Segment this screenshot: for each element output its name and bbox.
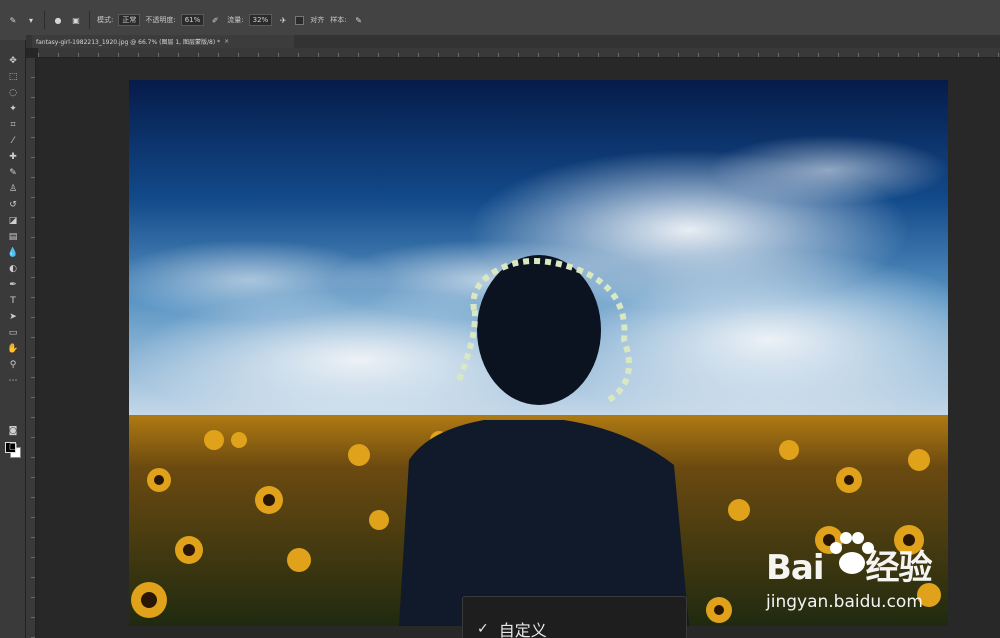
brush-panel-icon[interactable]: ▣ [69,13,83,27]
align-label: 对齐 [310,16,325,24]
screen-mode-icon[interactable]: ▢ [5,440,21,454]
watermark-brand-tail: 经验 [865,548,933,588]
zoom-tool-icon[interactable]: ⚲ [5,358,21,372]
clone-stamp-tool-icon[interactable]: ♙ [5,182,21,196]
brush-size-icon[interactable]: ● [51,13,65,27]
eyedropper-tool-icon[interactable]: ⁄ [5,134,21,148]
gradient-tool-icon[interactable]: ▤ [5,230,21,244]
baidu-jingyan-watermark: Bai 经验 jingyan.baidu.com [766,530,956,620]
separator [44,11,45,29]
pressure-size-icon[interactable]: ✎ [352,13,366,27]
more-tools-icon[interactable]: ⋯ [5,374,21,388]
dropdown-menu: ✓ 自定义 [462,596,687,638]
path-select-tool-icon[interactable]: ➤ [5,310,21,324]
brush-tool-icon[interactable]: ✎ [5,166,21,180]
document-tab-bar: fantasy-girl-1982213_1920.jpg @ 66.7% (图… [26,35,1000,48]
close-icon[interactable]: × [224,38,229,45]
separator [89,11,90,29]
watermark-brand: Bai 经验 [766,540,933,589]
watermark-url: jingyan.baidu.com [766,592,923,612]
options-bar: ✎ ▾ ● ▣ 模式: 正常 不透明度: 61% ✐ 流量: 32% ✈ 对齐 … [0,0,1000,40]
type-tool-icon[interactable]: T [5,294,21,308]
hand-tool-icon[interactable]: ✋ [5,342,21,356]
pen-tool-icon[interactable]: ✒ [5,278,21,292]
lasso-tool-icon[interactable]: ◌ [5,86,21,100]
healing-brush-tool-icon[interactable]: ✚ [5,150,21,164]
menu-item-custom[interactable]: ✓ 自定义 [477,617,547,638]
opacity-label: 不透明度: [145,16,176,24]
flow-label: 流量: [227,16,244,24]
move-tool-icon[interactable]: ✥ [5,54,21,68]
airbrush-icon[interactable]: ✈ [276,13,290,27]
pressure-opacity-icon[interactable]: ✐ [208,13,222,27]
brush-tool-icon[interactable]: ✎ [6,13,20,27]
align-checkbox[interactable] [295,15,305,25]
blur-tool-icon[interactable]: 💧 [5,246,21,260]
crop-tool-icon[interactable]: ⌗ [5,118,21,132]
document-tab[interactable]: fantasy-girl-1982213_1920.jpg @ 66.7% (图… [32,35,294,48]
horizontal-ruler [38,48,1000,58]
mode-label: 模式: [97,16,114,24]
vertical-ruler [26,58,36,638]
quick-mask-icon[interactable]: ◙ [5,424,21,438]
menu-item-label: 自定义 [498,621,547,638]
checkmark-icon: ✓ [477,621,489,637]
document-tab-title: fantasy-girl-1982213_1920.jpg @ 66.7% (图… [36,39,221,46]
eraser-tool-icon[interactable]: ◪ [5,214,21,228]
dodge-tool-icon[interactable]: ◐ [5,262,21,276]
mode-select[interactable]: 正常 [118,14,141,26]
opacity-input[interactable]: 61% [180,14,205,26]
tools-panel: ✥ ⬚ ◌ ✦ ⌗ ⁄ ✚ ✎ ♙ ↺ ◪ ▤ 💧 ◐ ✒ T ➤ ▭ ✋ ⚲ … [0,40,26,638]
sample-label: 样本: [330,16,347,24]
flow-input[interactable]: 32% [248,14,273,26]
marquee-tool-icon[interactable]: ⬚ [5,70,21,84]
preset-dropdown-icon[interactable]: ▾ [24,13,38,27]
history-brush-tool-icon[interactable]: ↺ [5,198,21,212]
quick-select-tool-icon[interactable]: ✦ [5,102,21,116]
watermark-brand-text: Bai [766,548,825,588]
rectangle-tool-icon[interactable]: ▭ [5,326,21,340]
